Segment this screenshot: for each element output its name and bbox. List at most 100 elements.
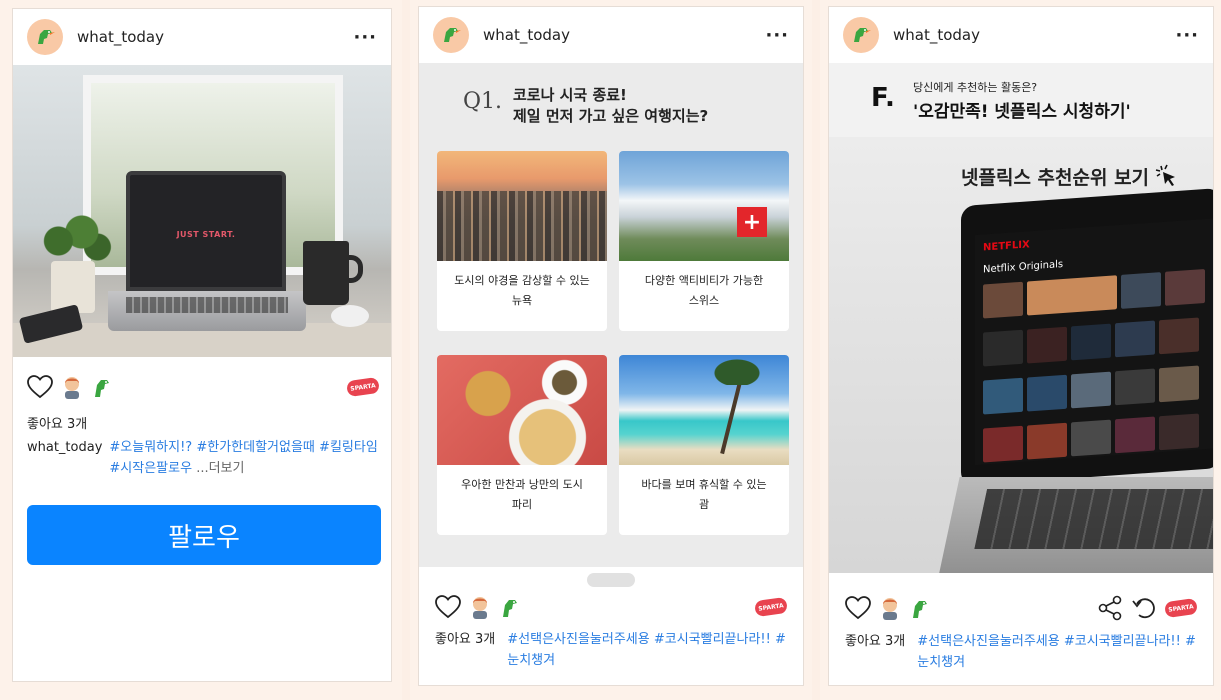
netflix-tile	[983, 281, 1023, 319]
option-guam[interactable]: 바다를 보며 휴식할 수 있는 괌	[619, 355, 789, 535]
heart-icon[interactable]	[27, 375, 53, 399]
netflix-tile	[1159, 317, 1199, 355]
caption: 좋아요 3개 #선택은사진을눌러주세용 #코시국빨리끝나라!! #눈치챙겨	[845, 631, 1201, 673]
hashtag[interactable]: #킬링타임	[319, 440, 378, 455]
result-header: F. 당신에게 추천하는 활동은? '오감만족! 넷플릭스 시청하기'	[829, 63, 1213, 137]
dino-icon[interactable]	[91, 375, 113, 399]
see-more-link[interactable]: ...더보기	[196, 461, 244, 476]
username[interactable]: what_today	[77, 28, 164, 46]
switzerland-image: +	[619, 151, 789, 261]
profile-avatar[interactable]	[843, 17, 879, 53]
dino-icon	[38, 30, 55, 44]
dino-icon	[854, 28, 871, 42]
likes-count: 좋아요 3개	[27, 417, 88, 432]
option-line: 다양한 액티비티가 가능한	[644, 274, 764, 287]
more-options-button[interactable]: ···	[1175, 25, 1199, 46]
user-avatar-icon[interactable]	[61, 375, 83, 399]
more-options-button[interactable]: ···	[765, 25, 789, 46]
option-label: 다양한 액티비티가 가능한 스위스	[619, 261, 789, 311]
result-letter: F.	[871, 83, 895, 113]
option-line: 뉴욕	[511, 294, 533, 307]
mug-decor	[303, 241, 363, 305]
profile-avatar[interactable]	[433, 17, 469, 53]
netflix-tile	[1165, 269, 1205, 306]
undo-icon[interactable]	[1131, 595, 1157, 621]
swiss-flag-icon: +	[737, 207, 767, 237]
user-avatar-icon[interactable]	[469, 595, 491, 619]
hashtag[interactable]: #오늘뭐하지!?	[109, 440, 192, 455]
netflix-tile	[983, 377, 1023, 415]
option-switzerland[interactable]: + 다양한 액티비티가 가능한 스위스	[619, 151, 789, 331]
more-options-button[interactable]: ···	[353, 27, 377, 48]
option-line: 스위스	[688, 294, 720, 307]
question-text: 코로나 시국 종료! 제일 먼저 가고 싶은 여행지는?	[513, 85, 773, 127]
option-line: 우아한 만찬과 낭만의 도시	[461, 478, 583, 491]
profile-avatar[interactable]	[27, 19, 63, 55]
option-new-york[interactable]: 도시의 야경을 감상할 수 있는 뉴욕	[437, 151, 607, 331]
option-line: 파리	[511, 498, 533, 511]
hashtag[interactable]: #코시국빨리끝나라!!	[1064, 634, 1181, 649]
username[interactable]: what_today	[483, 26, 570, 44]
heart-icon[interactable]	[435, 595, 461, 619]
user-avatar-icon[interactable]	[879, 596, 901, 620]
keyboard-decor	[938, 477, 1213, 573]
netflix-image[interactable]: 넷플릭스 추천순위 보기 NETFLIX Netflix Originals	[829, 137, 1213, 573]
netflix-tile	[1121, 272, 1161, 309]
netflix-row	[983, 412, 1213, 463]
option-line: 바다를 보며 휴식할 수 있는	[641, 478, 767, 491]
netflix-ranking-label: 넷플릭스 추천순위 보기	[961, 167, 1150, 189]
hashtags: #선택은사진을눌러주세용 #코시국빨리끝나라!! #눈치챙겨	[507, 629, 791, 671]
post-card-intro: what_today ··· JUST START. SPARTA 좋아요 3개…	[12, 8, 392, 682]
caption: what_today #오늘뭐하지!? #한가한데할거없을때 #킬링타임 #시작…	[27, 437, 383, 479]
laptop-screen-text: JUST START.	[176, 230, 236, 239]
hashtags: #오늘뭐하지!? #한가한데할거없을때 #킬링타임 #시작은팔로우 ...더보기	[109, 437, 383, 479]
guam-image	[619, 355, 789, 465]
new-york-image	[437, 151, 607, 261]
palm-leaves-decor	[707, 355, 767, 385]
mouse-decor	[331, 305, 369, 327]
option-line: 도시의 야경을 감상할 수 있는	[454, 274, 590, 287]
caption-username[interactable]: what_today	[27, 437, 102, 479]
hashtag[interactable]: #한가한데할거없을때	[196, 440, 315, 455]
dino-icon[interactable]	[499, 595, 521, 619]
netflix-tile	[983, 425, 1023, 463]
netflix-tile	[1159, 365, 1199, 403]
caption: 좋아요 3개 #선택은사진을눌러주세용 #코시국빨리끝나라!! #눈치챙겨	[435, 629, 791, 671]
hashtag[interactable]: #선택은사진을눌러주세용	[507, 632, 649, 647]
heart-icon[interactable]	[845, 596, 871, 620]
hashtag[interactable]: #시작은팔로우	[109, 461, 192, 476]
question-line: 코로나 시국 종료!	[513, 86, 627, 104]
netflix-screen: NETFLIX Netflix Originals	[975, 218, 1213, 466]
netflix-tile	[1027, 326, 1067, 364]
laptop-screen: NETFLIX Netflix Originals	[961, 187, 1213, 487]
quiz-area: Q1. 코로나 시국 종료! 제일 먼저 가고 싶은 여행지는? 도시의 야경을…	[419, 63, 803, 567]
dino-icon	[444, 28, 461, 42]
sparta-badge: SPARTA	[1164, 597, 1198, 619]
post-actions: SPARTA	[435, 595, 788, 619]
netflix-row-title: Netflix Originals	[983, 258, 1064, 276]
post-actions: SPARTA	[845, 595, 1198, 621]
laptop-screen: JUST START.	[126, 171, 286, 291]
hashtag[interactable]: #코시국빨리끝나라!!	[654, 632, 771, 647]
likes-count: 좋아요 3개	[845, 634, 906, 649]
sparta-badge: SPARTA	[346, 376, 380, 398]
netflix-ranking-link[interactable]: 넷플릭스 추천순위 보기	[961, 163, 1181, 190]
carousel-indicator[interactable]	[587, 573, 635, 587]
post-header: what_today ···	[419, 7, 803, 63]
question-number: Q1.	[463, 89, 503, 114]
hashtag[interactable]: #선택은사진을눌러주세용	[917, 634, 1059, 649]
netflix-tile	[1115, 320, 1155, 358]
option-line: 괌	[698, 498, 710, 511]
result-subtitle: 당신에게 추천하는 활동은?	[913, 81, 1038, 94]
post-card-result: what_today ··· F. 당신에게 추천하는 활동은? '오감만족! …	[828, 6, 1214, 686]
follow-button[interactable]: 팔로우	[27, 505, 381, 565]
share-icon[interactable]	[1097, 595, 1123, 621]
netflix-tile	[1071, 371, 1111, 409]
netflix-tile	[1115, 416, 1155, 454]
netflix-tile	[1159, 413, 1199, 451]
option-paris[interactable]: 우아한 만찬과 낭만의 도시 파리	[437, 355, 607, 535]
option-label: 우아한 만찬과 낭만의 도시 파리	[437, 465, 607, 515]
dino-icon[interactable]	[909, 596, 931, 620]
username[interactable]: what_today	[893, 26, 980, 44]
post-image-desk[interactable]: JUST START.	[13, 65, 391, 357]
